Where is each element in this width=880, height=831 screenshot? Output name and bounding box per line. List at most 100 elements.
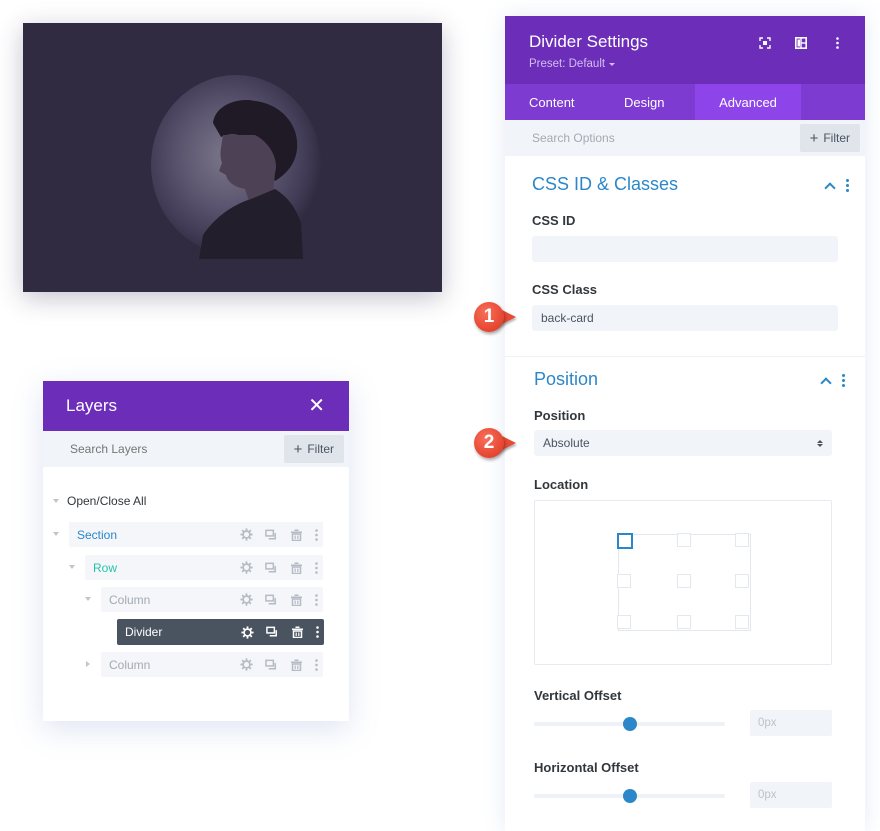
caret-down-icon [69, 565, 75, 569]
more-icon[interactable] [309, 528, 323, 541]
caret-down-icon [85, 597, 91, 601]
horizontal-offset-input[interactable] [750, 782, 832, 808]
close-icon[interactable]: ✕ [308, 396, 325, 416]
settings-icon[interactable] [234, 561, 259, 574]
position-label: Position [534, 408, 586, 423]
position-value: Absolute [543, 436, 590, 450]
expand-toggle[interactable] [52, 532, 60, 536]
duplicate-icon[interactable] [260, 626, 285, 638]
plus-icon: + [809, 129, 819, 147]
settings-icon[interactable] [234, 658, 259, 671]
horizontal-offset-slider[interactable] [534, 789, 725, 803]
location-grid [617, 533, 751, 631]
delete-icon[interactable] [284, 594, 309, 606]
layer-label: Divider [125, 625, 163, 639]
caret-down-icon [53, 499, 59, 503]
vertical-offset-label: Vertical Offset [534, 688, 622, 703]
horizontal-offset-label: Horizontal Offset [534, 760, 639, 775]
layer-item-column[interactable]: Column [101, 587, 323, 612]
position-section-title[interactable]: Position [534, 369, 598, 390]
search-options-input[interactable] [532, 131, 712, 145]
preset-dropdown[interactable]: Preset: Default [529, 58, 841, 70]
fullscreen-icon[interactable] [757, 35, 773, 51]
location-center-right[interactable] [735, 574, 749, 588]
layer-label: Row [93, 560, 118, 575]
css-class-input[interactable] [532, 305, 838, 331]
more-icon[interactable] [846, 179, 849, 192]
section-divider [505, 356, 865, 357]
more-icon[interactable] [829, 35, 845, 51]
location-bottom-center[interactable] [677, 615, 691, 629]
portrait-image [199, 99, 303, 259]
more-icon[interactable] [310, 626, 324, 638]
duplicate-icon[interactable] [259, 594, 284, 606]
layer-label: Column [109, 657, 151, 672]
duplicate-icon[interactable] [259, 659, 284, 671]
open-close-label: Open/Close All [67, 494, 147, 508]
preview-card [23, 23, 442, 292]
expand-toggle[interactable] [68, 565, 76, 569]
location-center-left[interactable] [617, 574, 631, 588]
duplicate-icon[interactable] [259, 562, 284, 574]
settings-icon[interactable] [234, 528, 259, 541]
position-select[interactable]: Absolute [534, 430, 832, 456]
vertical-offset-slider[interactable] [534, 717, 725, 731]
filter-label: Filter [823, 131, 850, 145]
delete-icon[interactable] [284, 529, 309, 541]
css-id-input[interactable] [532, 236, 838, 262]
chevron-up-icon[interactable] [824, 181, 836, 194]
layers-header: Layers ✕ [43, 381, 349, 431]
search-layers-input[interactable] [70, 442, 230, 456]
location-bottom-right[interactable] [735, 615, 749, 629]
css-section-title[interactable]: CSS ID & Classes [532, 174, 678, 195]
layer-actions [234, 561, 323, 574]
filter-label: Filter [307, 442, 334, 456]
delete-icon[interactable] [284, 659, 309, 671]
open-close-all[interactable]: Open/Close All [53, 494, 146, 508]
callout-marker-1: 1 [474, 302, 516, 332]
location-top-center[interactable] [677, 533, 691, 547]
tab-design[interactable]: Design [600, 84, 695, 120]
css-class-label: CSS Class [532, 282, 598, 297]
settings-tabs: Content Design Advanced [505, 84, 865, 120]
location-top-left[interactable] [617, 533, 633, 549]
layer-actions [234, 528, 323, 541]
layers-filter-button[interactable]: + Filter [283, 435, 344, 463]
location-center[interactable] [677, 574, 691, 588]
settings-header: Divider Settings Preset: Default [505, 16, 865, 84]
settings-icon[interactable] [235, 625, 260, 639]
layers-search-bar: + Filter [43, 431, 349, 467]
more-icon[interactable] [309, 561, 323, 574]
layers-panel: Layers ✕ + Filter Open/Close All Section… [43, 381, 349, 721]
more-icon[interactable] [309, 593, 323, 606]
more-icon[interactable] [309, 658, 323, 671]
tab-advanced[interactable]: Advanced [695, 84, 801, 120]
delete-icon[interactable] [284, 562, 309, 574]
callout-number: 2 [474, 428, 504, 458]
slider-thumb[interactable] [622, 789, 637, 803]
css-section-tools [824, 179, 849, 194]
layer-item-section[interactable]: Section [69, 522, 323, 547]
slider-thumb[interactable] [622, 717, 637, 731]
caret-down-icon [53, 532, 59, 536]
location-bottom-left[interactable] [617, 615, 631, 629]
layer-item-row[interactable]: Row [85, 555, 323, 580]
delete-icon[interactable] [285, 626, 310, 638]
settings-filter-button[interactable]: + Filter [799, 124, 860, 152]
chevron-up-icon[interactable] [820, 376, 832, 389]
select-arrows-icon [817, 439, 823, 447]
location-picker [534, 500, 832, 665]
duplicate-icon[interactable] [259, 529, 284, 541]
more-icon[interactable] [842, 374, 845, 387]
layer-item-column[interactable]: Column [101, 652, 323, 677]
layer-actions [234, 593, 323, 606]
settings-icon[interactable] [234, 593, 259, 606]
location-top-right[interactable] [735, 533, 749, 547]
layer-item-divider[interactable]: Divider [117, 619, 324, 645]
tab-content[interactable]: Content [505, 84, 600, 120]
vertical-offset-input[interactable] [750, 710, 832, 736]
expand-toggle[interactable] [84, 661, 92, 667]
split-view-icon[interactable] [793, 35, 809, 51]
expand-toggle[interactable] [84, 597, 92, 601]
caret-down-icon [609, 62, 616, 66]
